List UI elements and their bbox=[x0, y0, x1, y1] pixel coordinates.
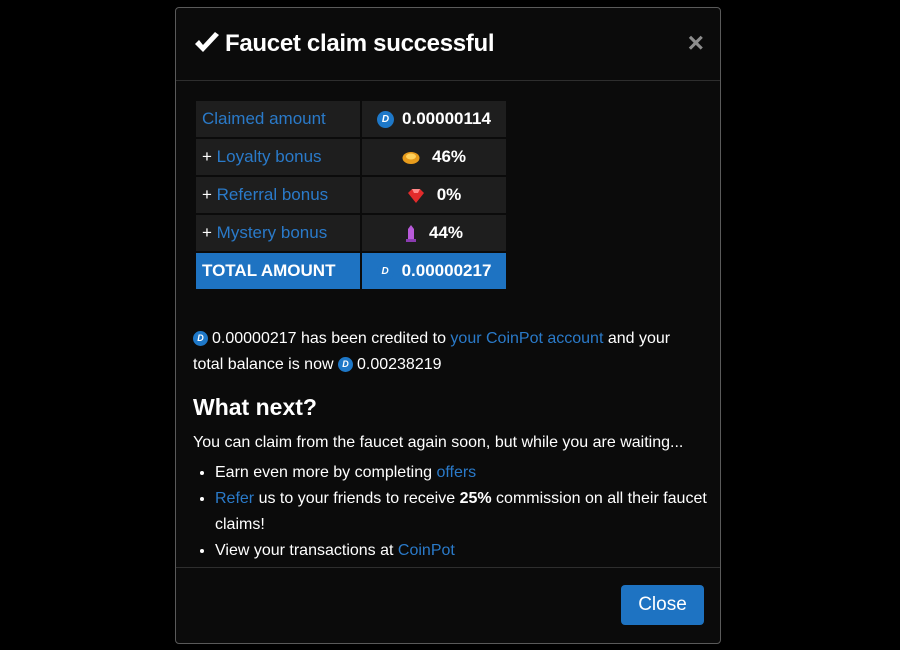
what-next-heading: What next? bbox=[193, 394, 317, 420]
list-item-text: Earn even more by completing bbox=[215, 464, 437, 481]
dash-coin-icon: D bbox=[193, 331, 208, 347]
table-row-total: TOTAL AMOUNT D 0.00000217 bbox=[196, 253, 506, 289]
claimed-amount-value: D 0.00000114 bbox=[362, 101, 506, 137]
what-next-intro: You can claim from the faucet again soon… bbox=[193, 434, 684, 451]
total-amount-value: D 0.00000217 bbox=[362, 253, 506, 289]
list-item-text: View your transactions at bbox=[215, 542, 398, 559]
claimed-amount-number: 0.00000114 bbox=[402, 109, 491, 128]
mystery-bonus-number: 44% bbox=[428, 223, 464, 242]
close-button[interactable]: Close bbox=[621, 585, 704, 625]
credited-amount: 0.00000217 bbox=[212, 330, 297, 347]
list-item-text: us to your friends to receive bbox=[254, 490, 460, 507]
refer-link[interactable]: Refer bbox=[215, 490, 254, 507]
coinpot-account-link[interactable]: your CoinPot account bbox=[450, 330, 603, 347]
list-item: Earn even more by completing offers bbox=[215, 460, 720, 486]
referral-bonus-number: 0% bbox=[436, 185, 462, 204]
modal-header: Faucet claim successful × bbox=[176, 8, 720, 81]
claimed-amount-label: Claimed amount bbox=[196, 101, 360, 137]
referral-bonus-value: 0% bbox=[362, 177, 506, 213]
referral-bonus-label[interactable]: Referral bonus bbox=[217, 185, 329, 204]
plus-sign: + bbox=[202, 147, 217, 166]
checkmark-icon bbox=[195, 32, 219, 52]
loyalty-bonus-number: 46% bbox=[431, 147, 467, 166]
dash-coin-icon: D bbox=[377, 111, 395, 129]
total-amount-label: TOTAL AMOUNT bbox=[196, 253, 360, 289]
total-amount-number: 0.00000217 bbox=[401, 261, 492, 280]
modal-footer: Close bbox=[176, 567, 720, 643]
coinpot-link[interactable]: CoinPot bbox=[398, 542, 455, 559]
plus-sign: + bbox=[202, 223, 217, 242]
plus-sign: + bbox=[202, 185, 217, 204]
referral-bonus-cell: + Referral bonus bbox=[196, 177, 360, 213]
ruby-icon bbox=[407, 188, 424, 203]
loyalty-bonus-value: 46% bbox=[362, 139, 506, 175]
credit-message: D 0.00000217 has been credited to your Co… bbox=[193, 326, 693, 378]
claim-success-modal: Faucet claim successful × Claimed amount… bbox=[175, 7, 721, 644]
list-item: Refer us to your friends to receive 25% … bbox=[215, 486, 720, 538]
claim-table: Claimed amount D 0.00000114 + Loyalty bon… bbox=[194, 99, 508, 291]
table-row: + Mystery bonus 44% bbox=[196, 215, 506, 251]
loyalty-bonus-label[interactable]: Loyalty bonus bbox=[217, 147, 322, 166]
close-icon[interactable]: × bbox=[688, 29, 704, 57]
mystery-bonus-label[interactable]: Mystery bonus bbox=[217, 223, 328, 242]
credit-text: has been credited to bbox=[296, 330, 451, 347]
table-row: + Loyalty bonus 46% bbox=[196, 139, 506, 175]
offers-link[interactable]: offers bbox=[436, 464, 476, 481]
commission-percent: 25% bbox=[459, 490, 492, 507]
list-item: View your transactions at CoinPot bbox=[215, 538, 720, 564]
crystal-icon bbox=[405, 225, 416, 243]
table-row: Claimed amount D 0.00000114 bbox=[196, 101, 506, 137]
mystery-bonus-value: 44% bbox=[362, 215, 506, 251]
loyalty-bonus-cell: + Loyalty bonus bbox=[196, 139, 360, 175]
total-balance: 0.00238219 bbox=[356, 356, 442, 373]
dash-coin-icon: D bbox=[337, 357, 353, 373]
what-next-list: Earn even more by completing offers Refe… bbox=[193, 460, 720, 564]
dash-coin-icon: D bbox=[376, 263, 394, 281]
loyalty-gem-icon bbox=[402, 151, 420, 164]
table-row: + Referral bonus 0% bbox=[196, 177, 506, 213]
modal-title: Faucet claim successful bbox=[225, 30, 495, 57]
mystery-bonus-cell: + Mystery bonus bbox=[196, 215, 360, 251]
